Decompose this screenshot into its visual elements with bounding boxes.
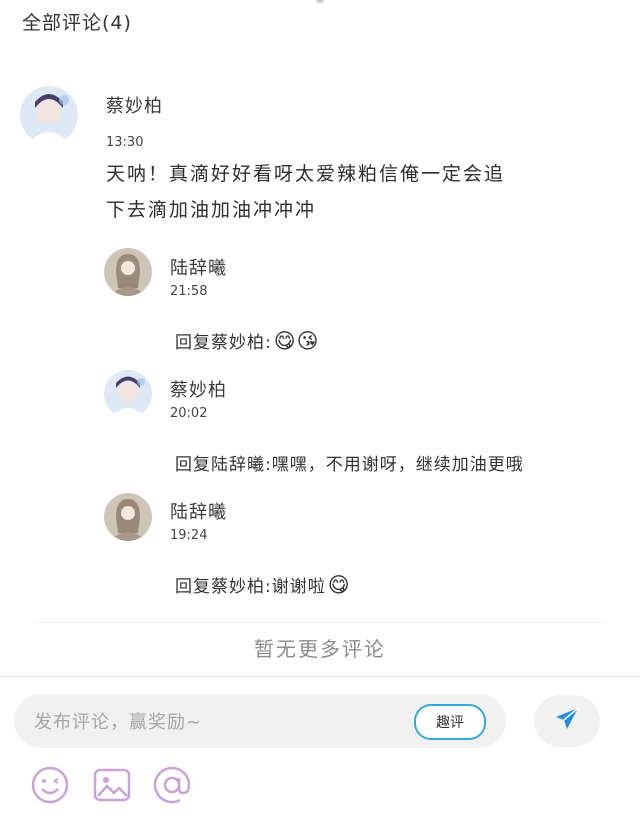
- comment-composer: 趣评: [0, 676, 640, 831]
- comment-input[interactable]: [32, 704, 396, 740]
- reply-text: 回复陆辞曦:嘿嘿，不用谢呀，继续加油更哦: [175, 450, 526, 475]
- at-icon[interactable]: [152, 765, 192, 805]
- divider: [36, 622, 604, 623]
- commenter-name[interactable]: 蔡妙柏: [106, 92, 163, 118]
- reply-author[interactable]: 陆辞曦: [170, 498, 227, 524]
- emoji-icon[interactable]: [30, 765, 70, 805]
- no-more-comments: 暂无更多评论: [254, 637, 386, 661]
- comment-text-line: 下去滴加油加油冲冲冲: [106, 199, 317, 221]
- reply-text-body: 回复陆辞曦:嘿嘿，不用谢呀，继续加油更哦: [175, 455, 524, 475]
- reply-text-body: 回复蔡妙柏:谢谢啦: [175, 577, 326, 597]
- reply-author[interactable]: 陆辞曦: [170, 254, 227, 280]
- avatar[interactable]: [104, 248, 152, 296]
- emoji-icon: 😋: [327, 573, 351, 597]
- reply-time: 19:24: [170, 528, 208, 543]
- reply-time: 20:02: [170, 406, 208, 421]
- comment-text: 天呐！真滴好好看呀太爱辣粕信俺一定会追 下去滴加油加油冲冲冲: [106, 156, 505, 228]
- image-icon[interactable]: [92, 765, 132, 805]
- comment-input-box[interactable]: 趣评: [14, 694, 506, 748]
- avatar[interactable]: [20, 86, 78, 144]
- emoji-icon: 😋😘: [273, 329, 320, 353]
- avatar[interactable]: [104, 493, 152, 541]
- comments-header: 全部评论(4): [22, 12, 132, 34]
- comment-text-line: 天呐！真滴好好看呀太爱辣粕信俺一定会追: [106, 163, 506, 185]
- paper-plane-icon: [553, 705, 581, 737]
- reply-time: 21:58: [170, 284, 208, 299]
- reply-text-body: 回复蔡妙柏:: [175, 333, 272, 353]
- top-indicator: [316, 0, 324, 3]
- send-button[interactable]: [534, 695, 600, 747]
- avatar[interactable]: [104, 370, 152, 418]
- reply-text: 回复蔡妙柏:😋😘: [175, 328, 320, 353]
- reply-author[interactable]: 蔡妙柏: [170, 376, 227, 402]
- quwen-button[interactable]: 趣评: [414, 704, 486, 740]
- comment-time: 13:30: [106, 135, 144, 150]
- reply-text: 回复蔡妙柏:谢谢啦😋: [175, 572, 351, 597]
